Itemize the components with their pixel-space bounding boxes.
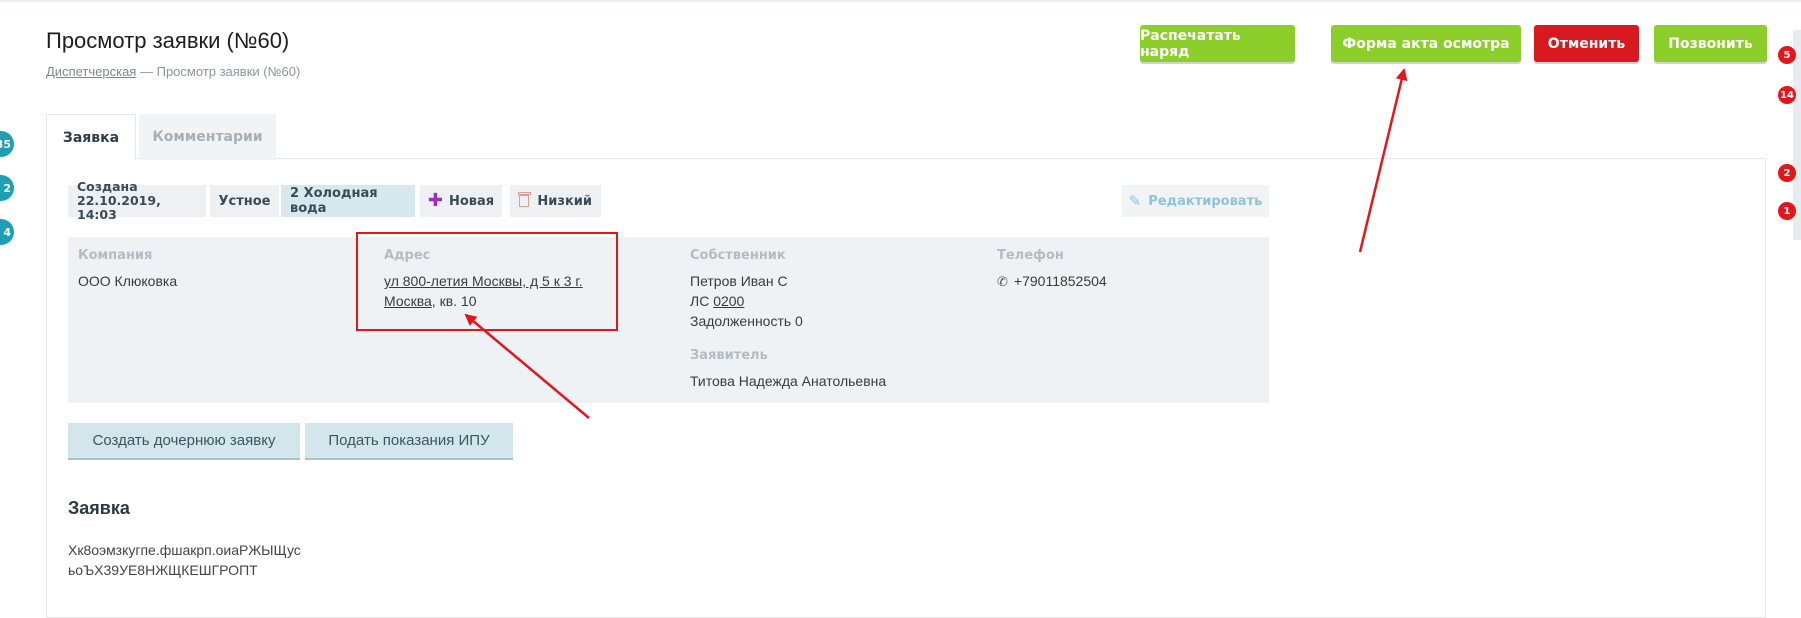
- annotation-arrows: [464, 68, 1408, 419]
- arrow-to-inspection-form: [1358, 68, 1408, 253]
- arrow-to-address: [464, 313, 590, 419]
- tab-request[interactable]: Заявка: [46, 114, 136, 160]
